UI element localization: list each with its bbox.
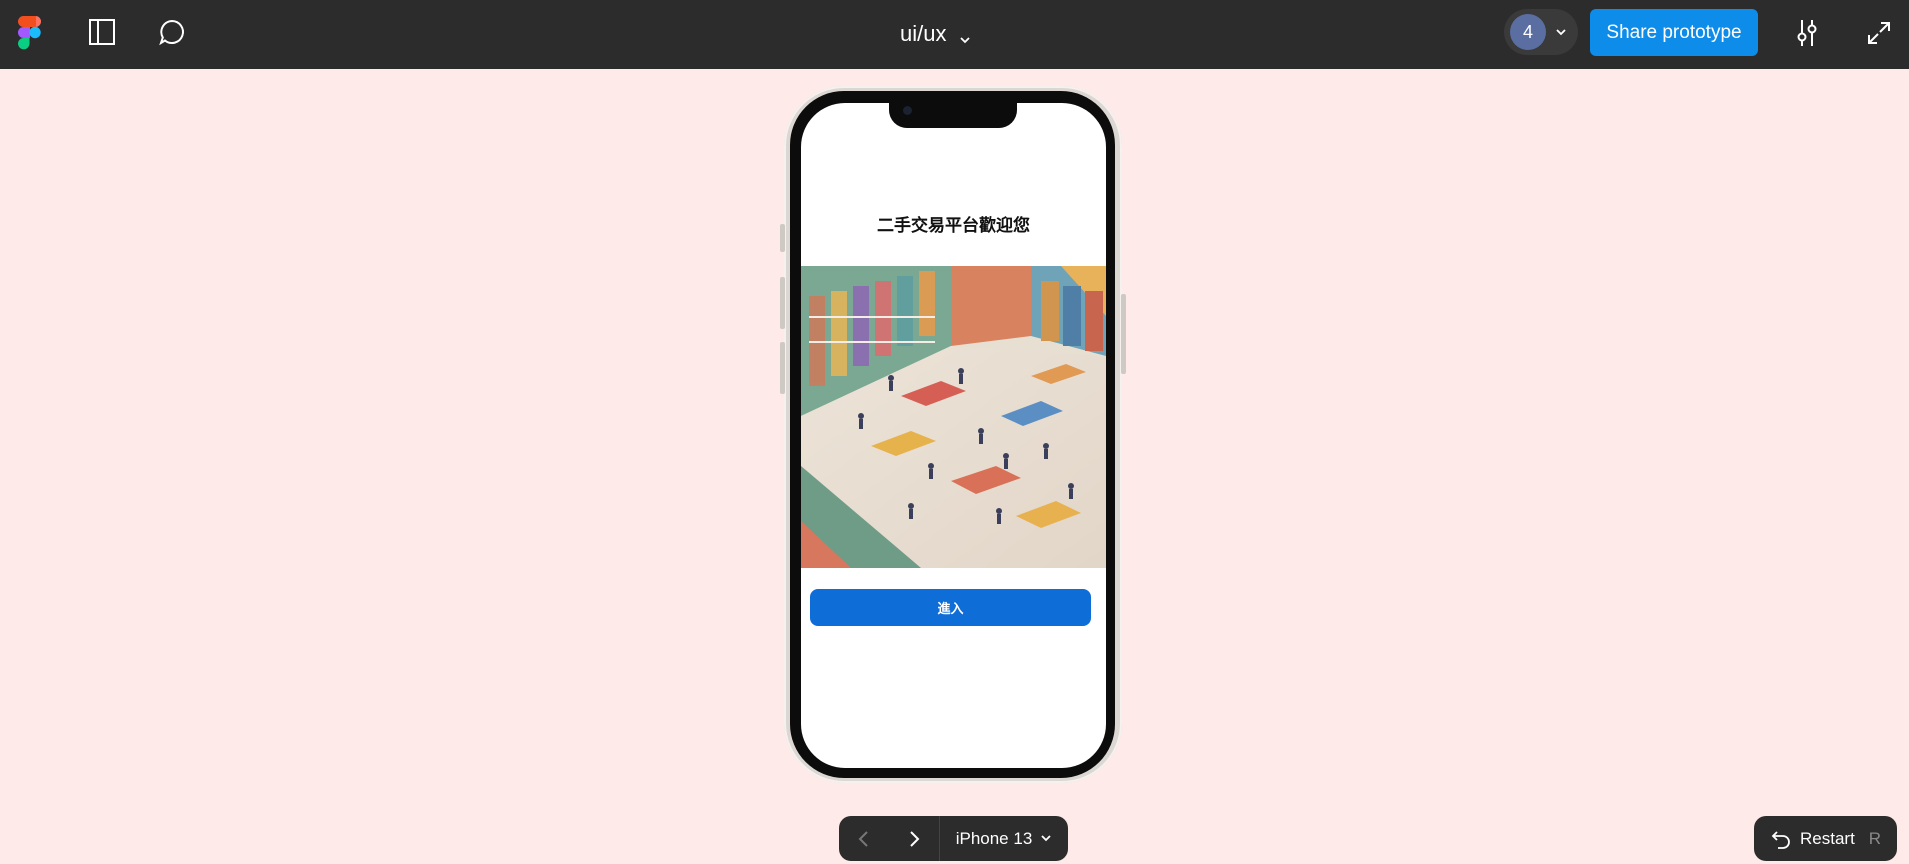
collaborators-menu[interactable]: 4 xyxy=(1504,9,1578,55)
sidebar-panel-icon[interactable] xyxy=(86,16,118,48)
volume-down-button xyxy=(780,342,785,394)
file-title-menu[interactable]: ui/ux xyxy=(900,18,972,50)
device-selector[interactable]: iPhone 13 xyxy=(940,829,1068,849)
front-camera xyxy=(903,106,912,115)
hero-image xyxy=(801,266,1106,568)
restart-icon xyxy=(1770,828,1792,850)
previous-frame-button[interactable] xyxy=(839,816,889,861)
top-toolbar: ui/ux 4 Share prototype xyxy=(0,0,1909,69)
chevron-down-icon xyxy=(958,27,972,44)
chevron-down-icon xyxy=(1554,25,1568,39)
share-prototype-button[interactable]: Share prototype xyxy=(1590,9,1758,56)
file-title: ui/ux xyxy=(900,21,947,46)
settings-sliders-icon[interactable] xyxy=(1790,16,1824,50)
prototype-navigation: iPhone 13 xyxy=(839,816,1068,861)
restart-button[interactable]: Restart R xyxy=(1754,816,1897,861)
restart-shortcut: R xyxy=(1868,828,1882,848)
prototype-screen: 二手交易平台歡迎您 進入 xyxy=(801,103,1106,768)
mute-switch xyxy=(780,224,785,252)
device-name: iPhone 13 xyxy=(955,828,1033,848)
chevron-down-icon xyxy=(1040,829,1052,849)
restart-label: Restart xyxy=(1800,828,1855,848)
power-button xyxy=(1121,294,1126,374)
figma-logo-icon[interactable] xyxy=(18,16,42,50)
comment-icon[interactable] xyxy=(156,16,188,48)
expand-fullscreen-icon[interactable] xyxy=(1862,16,1896,50)
enter-button[interactable]: 進入 xyxy=(810,589,1091,626)
avatar: 4 xyxy=(1510,14,1546,50)
welcome-title: 二手交易平台歡迎您 xyxy=(877,216,1030,236)
next-frame-button[interactable] xyxy=(889,816,939,861)
volume-up-button xyxy=(780,277,785,329)
